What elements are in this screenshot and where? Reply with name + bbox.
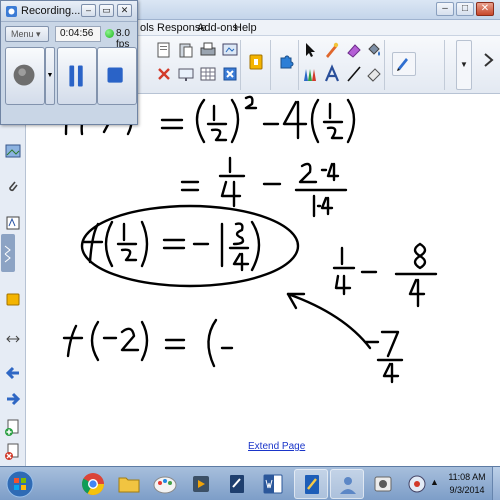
print-icon[interactable] xyxy=(198,40,218,60)
menu-tools[interactable]: ols xyxy=(140,22,154,34)
menu-addons[interactable]: Add-ons xyxy=(197,22,238,34)
chrome-icon[interactable] xyxy=(76,469,110,499)
menu-help[interactable]: Help xyxy=(234,22,257,34)
properties-icon[interactable] xyxy=(4,214,22,232)
recorder-menu-dropdown[interactable]: Menu ▾ xyxy=(5,26,49,42)
arrow-right-icon[interactable] xyxy=(4,390,22,408)
pause-icon xyxy=(69,65,83,87)
paint-icon[interactable] xyxy=(148,469,182,499)
handwriting-canvas[interactable] xyxy=(26,94,500,466)
clock-date[interactable]: 9/3/2014 xyxy=(444,485,490,495)
close-x-icon[interactable] xyxy=(220,64,240,84)
folder-icon[interactable] xyxy=(112,469,146,499)
record-options-dropdown[interactable]: ▼ xyxy=(45,47,55,105)
smart-notebook-icon[interactable] xyxy=(294,469,328,499)
page-icon[interactable] xyxy=(154,40,174,60)
magic-pen-icon[interactable] xyxy=(322,40,342,60)
delete-icon[interactable] xyxy=(154,64,174,84)
word-icon[interactable] xyxy=(256,469,290,499)
toolbar-separator xyxy=(384,40,385,90)
pause-button[interactable] xyxy=(57,47,97,105)
toolbar-options-dropdown[interactable]: ▼ xyxy=(456,40,472,90)
attachments-icon[interactable] xyxy=(4,178,22,196)
windows-taskbar: ▲ 11:08 AM 9/3/2014 xyxy=(0,466,500,500)
timer-icon[interactable] xyxy=(246,52,266,72)
minimize-button[interactable]: – xyxy=(436,2,454,16)
recorder-elapsed-time: 0:04:56 xyxy=(55,26,101,42)
table-icon[interactable] xyxy=(198,64,218,84)
gallery-icon[interactable] xyxy=(4,142,22,160)
ink-right-work xyxy=(332,242,438,308)
extend-page-link[interactable]: Extend Page xyxy=(248,441,305,452)
recorder-restore-button[interactable]: ▭ xyxy=(99,4,114,17)
delete-page-icon[interactable] xyxy=(4,442,22,460)
start-orb[interactable] xyxy=(3,469,37,499)
close-button[interactable]: ✕ xyxy=(476,2,494,16)
stop-button[interactable] xyxy=(97,47,137,105)
arrow-left-icon[interactable] xyxy=(4,364,22,382)
paste-icon[interactable] xyxy=(176,40,196,60)
record-button[interactable] xyxy=(5,47,45,105)
toolbar-separator xyxy=(240,40,241,90)
double-arrow-icon[interactable] xyxy=(4,330,22,348)
recorder-taskbar-icon[interactable] xyxy=(400,469,434,499)
line-icon[interactable] xyxy=(344,64,364,84)
recorder-close-button[interactable]: ✕ xyxy=(117,4,132,17)
recorder-status-row: Menu ▾ 0:04:56 8.0 fps xyxy=(5,26,135,50)
fill-icon[interactable] xyxy=(364,40,384,60)
recorder-app-icon xyxy=(6,6,17,17)
toolbar-separator xyxy=(270,40,271,90)
recorder-minimize-button[interactable]: – xyxy=(81,4,96,17)
clock-time[interactable]: 11:08 AM xyxy=(444,472,490,482)
notebook-icon[interactable] xyxy=(220,469,254,499)
side-tab-bar xyxy=(0,94,26,466)
record-icon xyxy=(13,64,35,86)
toolbar-separator xyxy=(298,40,299,90)
highlighter-icon[interactable] xyxy=(392,52,416,76)
side-collapse-handle[interactable] xyxy=(1,234,15,272)
toolbar-expand-icon[interactable] xyxy=(478,50,498,70)
ink-arrow xyxy=(286,292,404,384)
fps-status-indicator xyxy=(105,29,114,38)
add-page-icon[interactable] xyxy=(4,418,22,436)
recorder-titlebar: Recording... – ▭ ✕ xyxy=(1,1,137,22)
recording-widget: Recording... – ▭ ✕ Menu ▾ 0:04:56 8.0 fp… xyxy=(0,0,138,125)
capture-icon[interactable] xyxy=(366,469,400,499)
recorder-title: Recording... xyxy=(21,5,81,17)
select-arrow-icon[interactable] xyxy=(300,40,320,60)
eraser-icon[interactable] xyxy=(364,64,384,84)
media-icon[interactable] xyxy=(184,469,218,499)
recorder-menu-label: Menu xyxy=(11,29,34,39)
screen-icon[interactable] xyxy=(176,64,196,84)
maximize-button[interactable]: □ xyxy=(456,2,474,16)
addons-icon[interactable] xyxy=(4,290,22,308)
person-icon[interactable] xyxy=(330,469,364,499)
pen-colors-icon[interactable] xyxy=(300,64,320,84)
puzzle-icon[interactable] xyxy=(276,52,296,72)
text-icon[interactable] xyxy=(322,64,342,84)
tray-expand-icon[interactable]: ▲ xyxy=(430,477,439,487)
ink-line-3 xyxy=(62,318,234,368)
show-desktop-button[interactable] xyxy=(492,467,500,500)
eraser-shape-icon[interactable] xyxy=(344,40,364,60)
screen-capture-icon[interactable] xyxy=(220,40,240,60)
toolbar-separator xyxy=(444,40,445,90)
ink-boxed-answer xyxy=(80,204,300,288)
stop-icon xyxy=(107,67,123,83)
whiteboard-page[interactable]: Extend Page xyxy=(26,94,500,466)
